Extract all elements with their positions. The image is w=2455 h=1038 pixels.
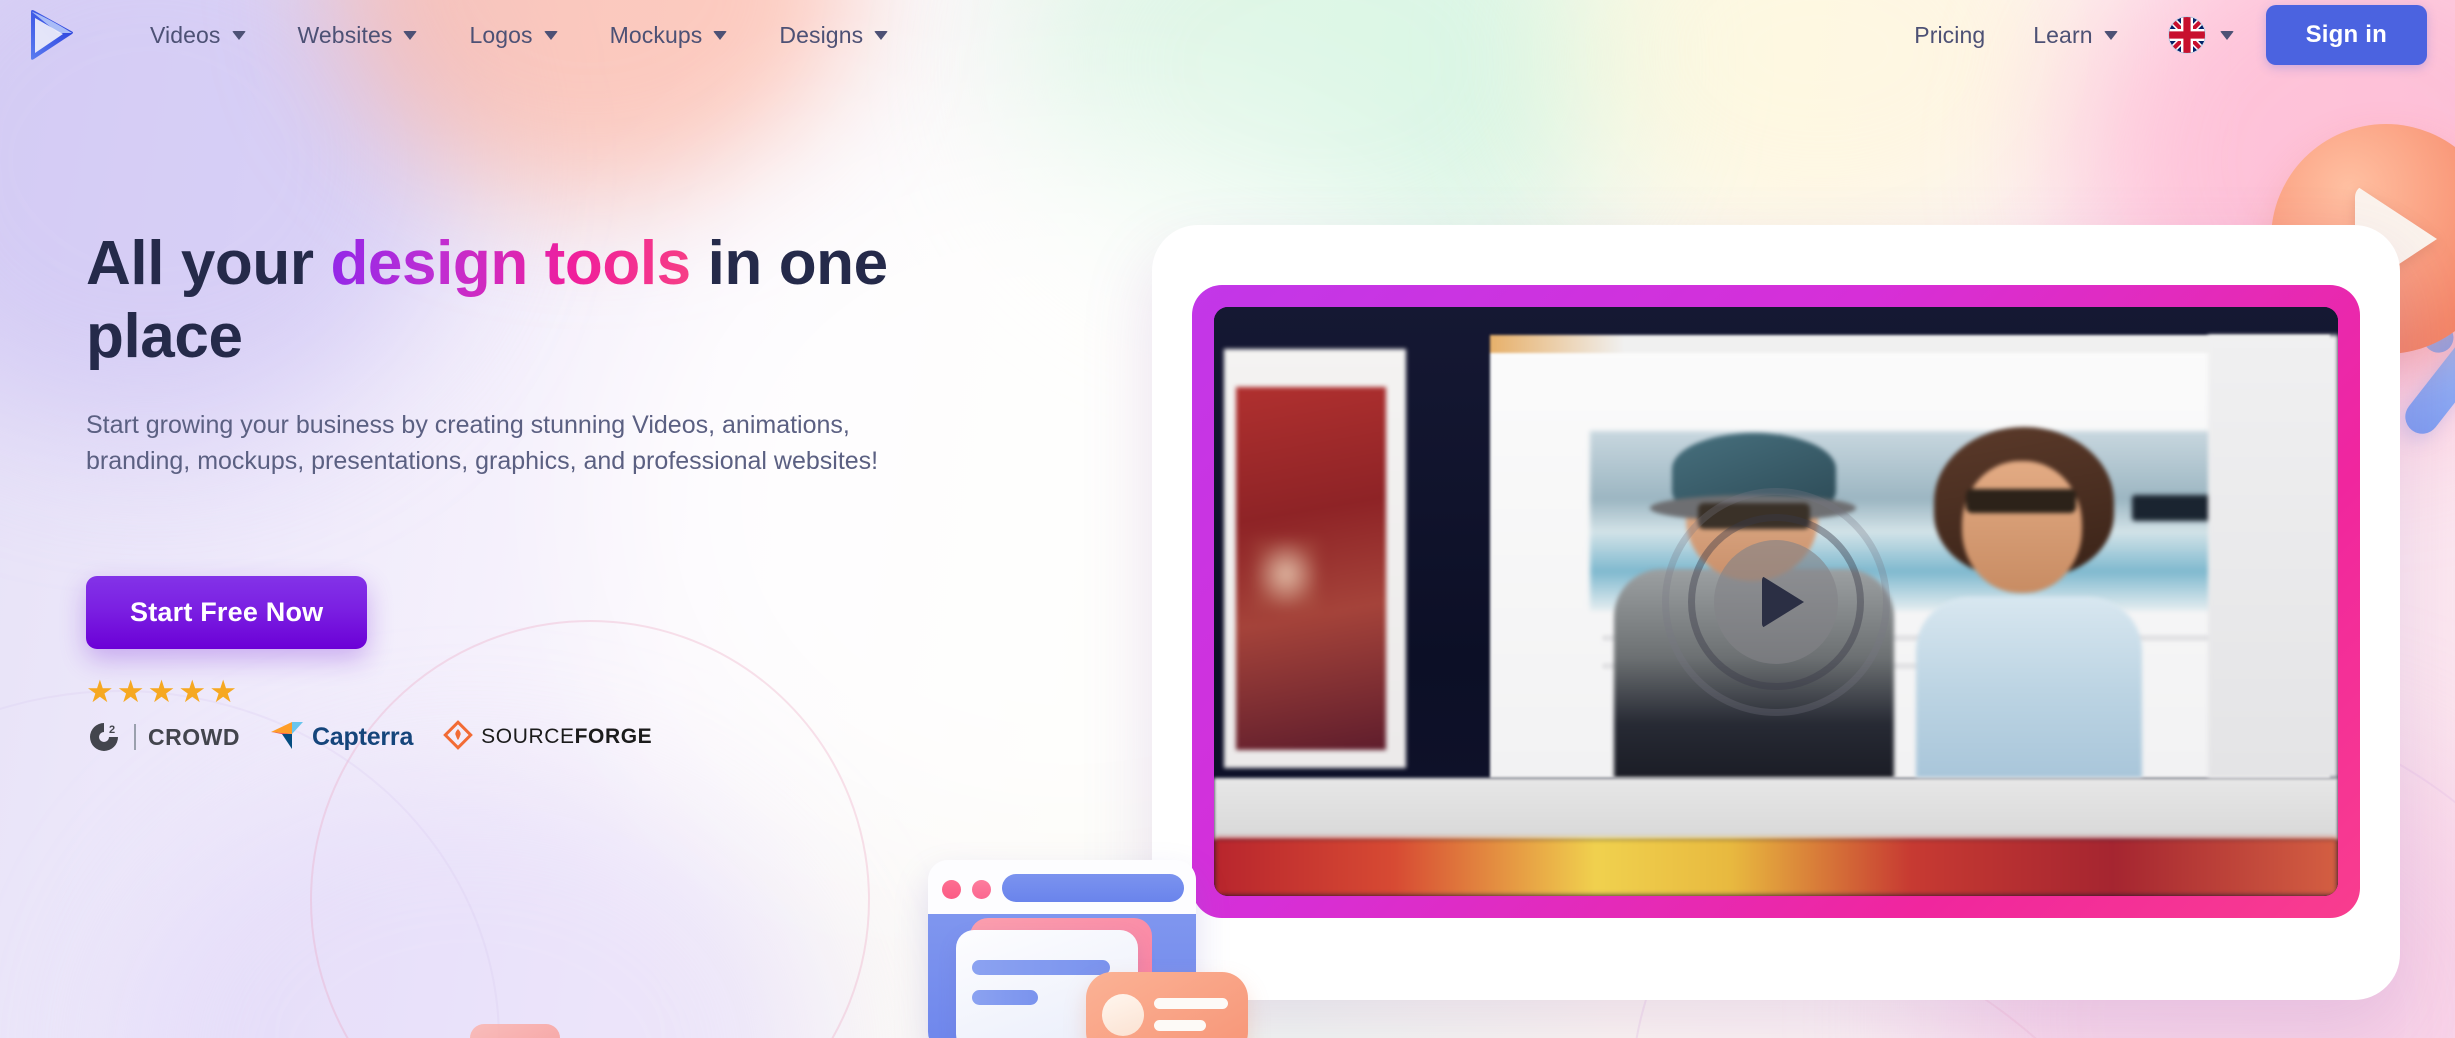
nav-label: Logos [469,21,533,48]
video-bottom-bar [1214,778,2338,840]
chevron-down-icon [403,30,418,40]
sourceforge-label-bold: FORGE [574,725,653,749]
chevron-down-icon [2103,30,2118,40]
chevron-down-icon [231,30,246,40]
star-icon: ★ [86,674,114,710]
illustration-line [972,960,1110,975]
nav-label: Mockups [609,21,703,48]
headline-part-1: All your [86,229,331,298]
nav-item-learn[interactable]: Learn [2009,12,2141,59]
chevron-down-icon [2219,30,2234,40]
chat-bubble-illustration [1086,972,1248,1038]
nav-label: Websites [297,21,393,48]
star-icon: ★ [147,674,176,710]
star-icon: ★ [178,674,207,710]
illustration-line [1154,998,1228,1009]
illustration-line [972,990,1038,1005]
chevron-down-icon [713,30,728,40]
nav-label: Pricing [1914,21,1986,48]
video-person-right [1904,427,2154,778]
union-jack-svg [2168,17,2205,53]
hero-video-card[interactable] [1152,225,2400,1000]
illustration-title-bar [928,860,1196,914]
capterra-arrow-icon [270,720,304,755]
sourceforge-label: SOURCEFORGE [481,725,652,749]
badge-capterra[interactable]: Capterra [270,720,413,755]
g2-label: CROWD [148,723,240,750]
illustration-avatar [1102,994,1144,1036]
video-filmstrip [1214,838,2338,896]
divider [134,724,136,751]
star-icon: ★ [116,674,145,710]
nav-label: Videos [150,21,221,48]
hero-subcopy: Start growing your business by creating … [86,411,879,476]
person-sunglasses [1966,489,2076,513]
badge-sourceforge[interactable]: SOURCEFORGE [443,719,652,755]
video-poster-art [1236,387,1386,750]
star-icon: ★ [209,674,237,710]
sourceforge-label-light: SOURCE [481,725,575,749]
video-right-panel [2208,335,2338,778]
play-icon[interactable] [1662,487,1890,716]
play-triangle-logo-icon [31,10,73,60]
nav-item-mockups[interactable]: Mockups [584,12,754,59]
brand-logo[interactable] [20,9,82,61]
sourceforge-diamond-icon [443,719,474,755]
browser-window-illustration [928,850,1248,1038]
person-head [1962,461,2082,593]
nav-item-websites[interactable]: Websites [272,12,444,59]
chevron-down-icon [543,30,558,40]
person-body [1916,597,2142,778]
start-free-now-button[interactable]: Start Free Now [86,576,368,650]
g2-logo-icon: 2 [86,719,122,755]
illustration-line [1154,1020,1206,1031]
site-header: Videos Websites Logos Mockups Designs Pr… [0,0,2455,70]
badge-g2-crowd[interactable]: 2 CROWD [86,719,240,755]
capterra-label: Capterra [311,722,414,751]
svg-text:2: 2 [109,724,115,736]
secondary-nav: Pricing Learn Sign in [1890,5,2427,65]
uk-flag-icon [2167,16,2206,54]
play-triangle-glyph [1762,575,1804,628]
language-selector[interactable] [2142,16,2252,54]
video-gradient-frame [1192,285,2360,918]
nav-item-designs[interactable]: Designs [753,12,914,59]
video-screen[interactable] [1214,307,2338,896]
headline-highlight: design tools [330,229,691,298]
nav-label: Learn [2033,21,2093,48]
illustration-dot [972,880,991,899]
small-decoration-shape [470,1024,560,1038]
chevron-down-icon [874,30,889,40]
video-panel-toolbar [1490,335,2330,353]
sign-in-button[interactable]: Sign in [2265,5,2427,65]
nav-item-logos[interactable]: Logos [443,12,583,59]
illustration-url-bar [1002,874,1184,902]
illustration-dot [942,880,961,899]
page-title: All your design tools in one place [86,228,986,373]
hero-content: All your design tools in one place Start… [86,228,986,755]
nav-label: Designs [779,21,864,48]
primary-nav: Videos Websites Logos Mockups Designs [124,12,914,59]
nav-item-videos[interactable]: Videos [124,12,272,59]
review-badges: 2 CROWD Capterra SOURCEFORGE [86,719,986,755]
star-rating: ★ ★ ★ ★ ★ [86,676,986,707]
nav-item-pricing[interactable]: Pricing [1890,12,2009,59]
